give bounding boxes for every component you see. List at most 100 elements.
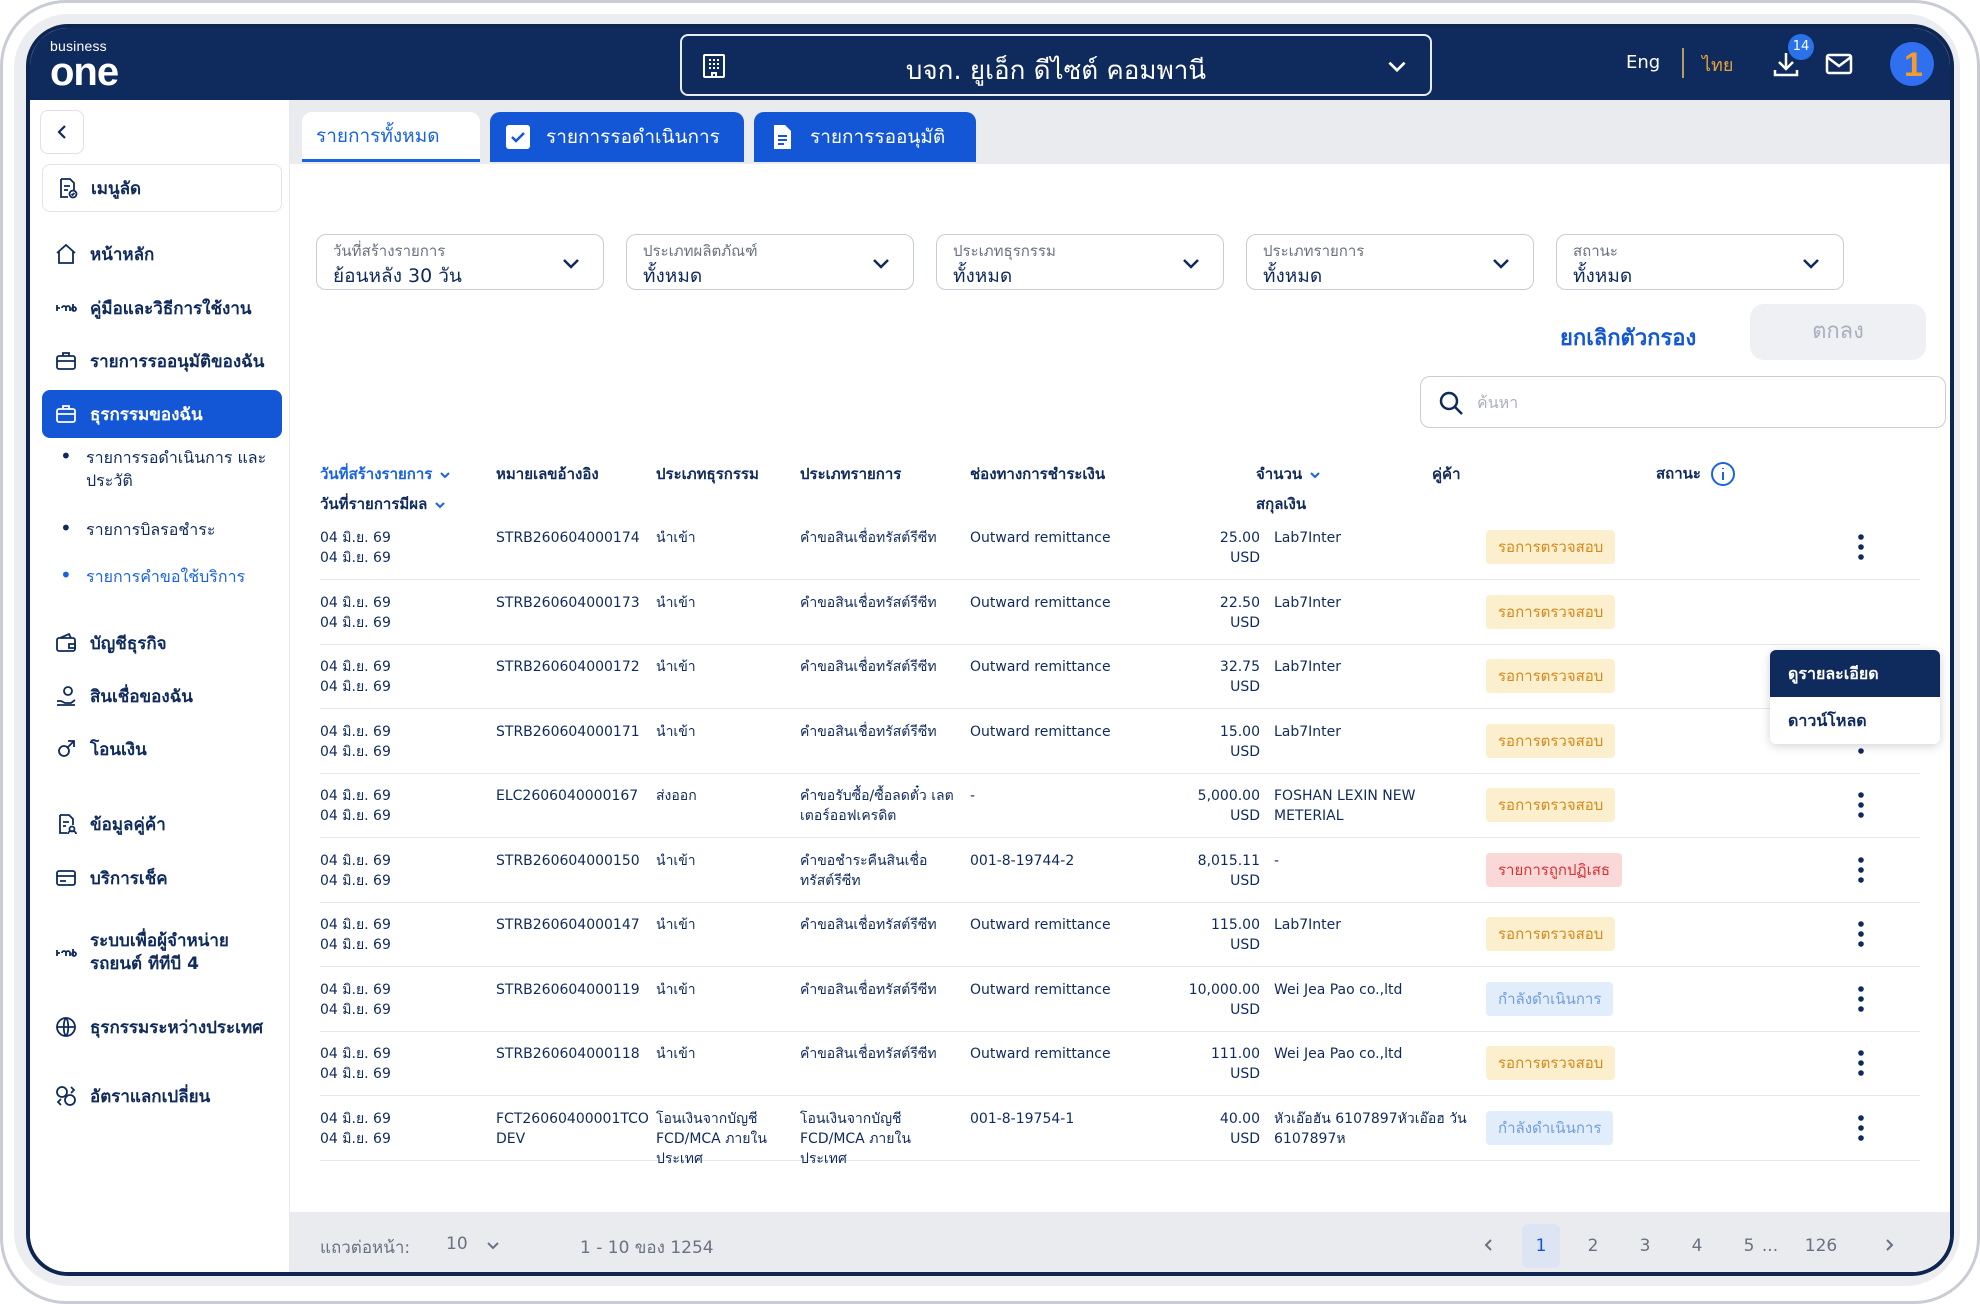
sidebar-item-my-loans[interactable]: สินเชื่อของฉัน — [42, 672, 282, 720]
filter-product-type[interactable]: ประเภทผลิตภัณฑ์ ทั้งหมด — [626, 234, 914, 290]
sidebar-subitem-bills[interactable]: • รายการบิลรอชำระ — [60, 518, 280, 541]
search-icon — [1439, 391, 1463, 415]
tab-pending[interactable]: รายการรอดำเนินการ — [490, 112, 744, 162]
status-badge: กำลังดำเนินการ — [1486, 981, 1614, 1016]
checkbox-check-icon — [506, 125, 530, 149]
cell-amount: 5,000.00 USD — [1100, 786, 1260, 827]
pagination-range: 1 - 10 ของ 1254 — [580, 1238, 714, 1258]
cell-currency: USD — [1230, 1001, 1260, 1018]
more-vertical-icon[interactable] — [1856, 790, 1866, 820]
table-row[interactable]: 04 มิ.ย. 69 04 มิ.ย. 69 STRB260604000174 นำ… — [320, 516, 1920, 580]
sidebar-item-home[interactable]: หน้าหลัก — [42, 230, 282, 278]
chevron-left-icon[interactable] — [1480, 1236, 1498, 1254]
more-vertical-icon[interactable] — [1856, 919, 1866, 949]
globe-icon — [56, 1017, 76, 1037]
cell-item-type: คำขอสินเชื่อทรัสต์รีซีท — [800, 659, 937, 675]
more-vertical-icon[interactable] — [1856, 1048, 1866, 1078]
sidebar-item-business-account[interactable]: บัญชีธุรกิจ — [42, 619, 282, 667]
lang-thai-button[interactable]: ไทย — [1702, 50, 1733, 79]
sidebar-item-transfer[interactable]: โอนเงิน — [42, 725, 282, 773]
table-row[interactable]: 04 มิ.ย. 69 04 มิ.ย. 69 STRB260604000171 นำ… — [320, 710, 1920, 774]
page-button[interactable]: 3 — [1626, 1224, 1664, 1268]
clear-filters-button[interactable]: ยกเลิกตัวกรอง — [1560, 320, 1696, 355]
company-selector[interactable]: บจก. ยูเอ็ก ดีไซต์ คอมพานี — [680, 34, 1432, 96]
column-header-effective[interactable]: วันที่รายการมีผล — [320, 492, 447, 516]
cell-amount-value: 15.00 — [1219, 723, 1260, 740]
sidebar-item-cheque[interactable]: บริการเช็ค — [42, 854, 282, 902]
apply-filters-button[interactable]: ตกลง — [1750, 304, 1926, 360]
briefcase-icon — [56, 405, 76, 423]
tab-all-transactions[interactable]: รายการทั้งหมด — [302, 112, 480, 162]
mail-icon[interactable] — [1824, 50, 1854, 78]
sidebar-item-label: หน้าหลัก — [90, 244, 155, 265]
more-vertical-icon[interactable] — [1856, 532, 1866, 562]
table-row[interactable]: 04 มิ.ย. 69 04 มิ.ย. 69 STRB260604000119 นำ… — [320, 968, 1920, 1032]
filter-created-date[interactable]: วันที่สร้างรายการ ย้อนหลัง 30 วัน — [316, 234, 604, 290]
chevron-down-icon — [1388, 61, 1406, 73]
transfer-icon — [58, 740, 75, 757]
download-count-badge: 14 — [1788, 34, 1814, 60]
cell-item-type: คำขอสินเชื่อทรัสต์รีซีท — [800, 981, 937, 998]
page-button[interactable]: 126 — [1796, 1224, 1846, 1268]
table-row[interactable]: 04 มิ.ย. 69 04 มิ.ย. 69 STRB260604000173 นำ… — [320, 581, 1920, 645]
filter-item-type[interactable]: ประเภทรายการ ทั้งหมด — [1246, 234, 1534, 290]
table-row[interactable]: 04 มิ.ย. 69 04 มิ.ย. 69 STRB260604000118 นำ… — [320, 1032, 1920, 1096]
table-row[interactable]: 04 มิ.ย. 69 04 มิ.ย. 69 ELC2606040000167 ส่… — [320, 774, 1920, 838]
sidebar-subitem-pending-history[interactable]: • รายการรอดำเนินการ และประวัติ — [60, 446, 280, 492]
column-header-amount[interactable]: จำนวน — [1256, 462, 1322, 486]
sidebar-item-dealer-system[interactable]: ระบบเพื่อผู้จำหน่ายรถยนต์ ทีทีบี 4 — [42, 918, 282, 988]
cell-created-date: 04 มิ.ย. 69 — [320, 659, 391, 675]
sidebar-item-exchange-rate[interactable]: อัตราแลกเปลี่ยน — [42, 1072, 282, 1120]
table-row[interactable]: 04 มิ.ย. 69 04 มิ.ย. 69 STRB260604000172 นำ… — [320, 645, 1920, 709]
collapse-sidebar-button[interactable] — [40, 110, 84, 154]
page-button[interactable]: 1 — [1522, 1224, 1560, 1268]
lang-english-button[interactable]: Eng — [1626, 52, 1660, 73]
cell-created-date: 04 มิ.ย. 69 — [320, 1110, 391, 1127]
user-avatar[interactable]: 1 — [1890, 42, 1934, 86]
pagination-bar: แถวต่อหน้า: 10 1 - 10 ของ 1254 1 2 3 4 5... 1… — [290, 1212, 1950, 1272]
table-row[interactable]: 04 มิ.ย. 69 04 มิ.ย. 69 STRB260604000150 นำ… — [320, 839, 1920, 903]
sidebar-item-my-approvals[interactable]: รายการรออนุมัติของฉัน — [42, 337, 282, 385]
more-vertical-icon[interactable] — [1856, 1113, 1866, 1143]
home-icon — [56, 243, 76, 264]
sidebar-item-manual[interactable]: คู่มือและวิธีการใช้งาน — [42, 284, 282, 332]
info-icon[interactable] — [1709, 460, 1737, 488]
search-input[interactable] — [1477, 387, 1917, 417]
cell-amount-value: 40.00 — [1219, 1110, 1260, 1127]
column-header-label: สถานะ — [1656, 464, 1701, 483]
sidebar-item-label: เมนูลัด — [91, 178, 142, 199]
more-vertical-icon[interactable] — [1856, 984, 1866, 1014]
column-header-created[interactable]: วันที่สร้างรายการ — [320, 462, 452, 486]
rows-per-page-select[interactable]: 10 — [446, 1234, 468, 1254]
page-button[interactable]: 2 — [1574, 1224, 1612, 1268]
cell-txn-type: นำเข้า — [656, 852, 696, 869]
table-row[interactable]: 04 มิ.ย. 69 04 มิ.ย. 69 STRB260604000147 นำ… — [320, 903, 1920, 967]
tab-awaiting-approval[interactable]: รายการรออนุมัติ — [754, 112, 976, 162]
cell-item-type: คำขอสินเชื่อทรัสต์รีซีท — [800, 594, 937, 611]
sidebar-item-shortcut[interactable]: เมนูลัด — [42, 164, 282, 212]
cell-item-type: คำขอสินเชื่อทรัสต์รีซีท — [800, 1046, 937, 1062]
filter-transaction-type[interactable]: ประเภทธุรกรรม ทั้งหมด — [936, 234, 1224, 290]
menu-item-view-details[interactable]: ดูรายละเอียด — [1770, 650, 1940, 697]
filter-status[interactable]: สถานะ ทั้งหมด — [1556, 234, 1844, 290]
menu-item-download[interactable]: ดาวน์โหลด — [1770, 697, 1940, 744]
sidebar-subitem-service-requests[interactable]: • รายการคำขอใช้บริการ — [60, 565, 280, 588]
cell-ref: FCT26060400001TCO DEV — [496, 1110, 649, 1147]
chevron-down-icon[interactable] — [484, 1236, 502, 1254]
cell-ref: STRB260604000118 — [496, 1046, 640, 1062]
chevron-right-icon[interactable] — [1880, 1236, 1898, 1254]
top-bar: business one บจก. ยูเอ็ก ดีไซต์ คอมพานี … — [30, 28, 1950, 100]
sidebar-item-partner-info[interactable]: ข้อมูลคู่ค้า — [42, 800, 282, 848]
more-vertical-icon[interactable] — [1856, 855, 1866, 885]
sidebar-item-international[interactable]: ธุรกรรมระหว่างประเทศ — [42, 1003, 282, 1051]
tab-label: รายการรออนุมัติ — [810, 126, 946, 148]
page-button[interactable]: 4 — [1678, 1224, 1716, 1268]
cell-txn-type: นำเข้า — [656, 594, 696, 611]
sidebar-item-my-transactions[interactable]: ธุรกรรมของฉัน — [42, 390, 282, 438]
status-badge: รอการตรวจสอบ — [1486, 1046, 1616, 1080]
main-content: รายการทั้งหมด รายการรอดำเนินการ รายการรอ… — [290, 100, 1950, 1272]
chevron-down-icon — [1493, 259, 1509, 269]
filter-value: ทั้งหมด — [953, 265, 1013, 287]
ttb-business-one-logo[interactable]: business one — [50, 38, 160, 94]
table-row[interactable]: 04 มิ.ย. 69 04 มิ.ย. 69 FCT26060400001TCO … — [320, 1097, 1920, 1167]
